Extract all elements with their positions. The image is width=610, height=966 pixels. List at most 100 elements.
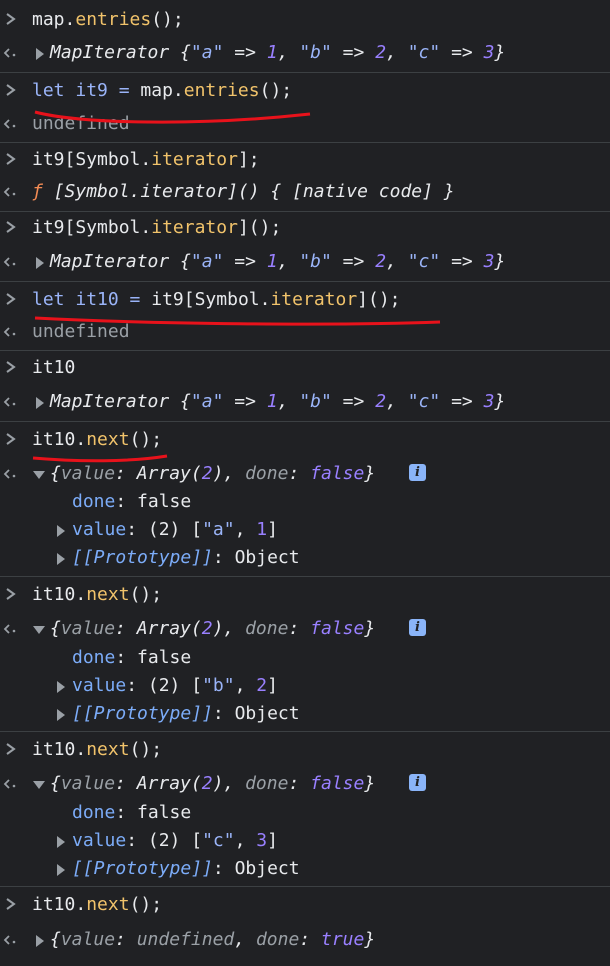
result-return-icon [3, 48, 16, 58]
object-property-text: done: false [72, 647, 192, 668]
console-result-line[interactable]: {value: Array(2), done: false} i [0, 769, 610, 799]
console-result-text[interactable]: {value: Array(2), done: false} [50, 617, 375, 641]
console-result-line: undefined [0, 109, 610, 139]
result-return-icon [3, 187, 16, 197]
console-result-line[interactable]: {value: Array(2), done: false} i [0, 459, 610, 489]
result-return-icon [3, 397, 16, 407]
object-property-text[interactable]: value: (2) ["a", 1] [72, 518, 278, 542]
console-input-line[interactable]: map.entries(); [0, 5, 610, 35]
input-prompt-icon [6, 221, 16, 233]
console-result-text[interactable]: MapIterator {"a" => 1, "b" => 2, "c" => … [50, 390, 505, 414]
expand-caret-icon[interactable] [36, 935, 44, 947]
info-badge-icon[interactable]: i [409, 464, 426, 481]
expand-caret-icon[interactable] [57, 525, 65, 537]
console-input-text[interactable]: it10.next(); [32, 583, 162, 607]
console-message-divider [0, 886, 610, 887]
console-message-divider [0, 576, 610, 577]
console-input-text[interactable]: it10.next(); [32, 428, 162, 452]
object-property-row[interactable]: [[Prototype]]: Object [0, 699, 610, 729]
object-property-text: done: false [72, 802, 192, 823]
result-return-icon [3, 469, 16, 479]
console-input-text[interactable]: let it9 = map.entries(); [32, 79, 292, 103]
console-input-text[interactable]: it9[Symbol.iterator](); [32, 216, 281, 240]
input-prompt-icon [6, 361, 16, 373]
console-input-text[interactable]: let it10 = it9[Symbol.iterator](); [32, 288, 401, 312]
expand-caret-icon[interactable] [57, 709, 65, 721]
result-return-icon [3, 779, 16, 789]
object-property-text[interactable]: value: (2) ["c", 3] [72, 829, 278, 853]
console-result-line: undefined [0, 317, 610, 347]
expand-caret-icon[interactable] [57, 553, 65, 565]
result-return-icon [3, 257, 16, 267]
input-prompt-icon [6, 588, 16, 600]
console-result-text[interactable]: {value: Array(2), done: false} [50, 462, 375, 486]
console-result-line: ƒ [Symbol.iterator]() { [native code] } [0, 177, 610, 207]
console-result-text[interactable]: {value: undefined, done: true} [50, 928, 375, 952]
expand-caret-icon[interactable] [36, 48, 44, 60]
console-input-line[interactable]: let it9 = map.entries(); [0, 76, 610, 106]
console-input-line[interactable]: it10.next(); [0, 425, 610, 455]
expand-caret-icon[interactable] [57, 864, 65, 876]
console-input-line[interactable]: it10 [0, 353, 610, 383]
object-property-text[interactable]: [[Prototype]]: Object [72, 857, 300, 881]
expand-caret-icon[interactable] [57, 836, 65, 848]
console-input-line[interactable]: it9[Symbol.iterator](); [0, 213, 610, 243]
console-input-text[interactable]: it9[Symbol.iterator]; [32, 148, 260, 172]
collapse-caret-icon[interactable] [33, 781, 45, 789]
object-property-text[interactable]: value: (2) ["b", 2] [72, 674, 278, 698]
console-result-text: undefined [32, 321, 130, 342]
console-result-text: undefined [32, 113, 130, 134]
object-property-row[interactable]: value: (2) ["b", 2] [0, 671, 610, 701]
console-message-divider [0, 211, 610, 212]
console-input-line[interactable]: let it10 = it9[Symbol.iterator](); [0, 285, 610, 315]
object-property-row: done: false [0, 487, 610, 517]
object-property-row: done: false [0, 798, 610, 828]
expand-caret-icon[interactable] [36, 397, 44, 409]
console-message-divider [0, 350, 610, 351]
console-result-text[interactable]: MapIterator {"a" => 1, "b" => 2, "c" => … [50, 250, 505, 274]
input-prompt-icon [6, 898, 16, 910]
input-prompt-icon [6, 13, 16, 25]
console-input-text[interactable]: it10 [32, 356, 75, 380]
object-property-row[interactable]: [[Prototype]]: Object [0, 543, 610, 573]
expand-caret-icon[interactable] [36, 257, 44, 269]
console-input-line[interactable]: it10.next(); [0, 735, 610, 765]
console-result-line[interactable]: {value: undefined, done: true} [0, 925, 610, 955]
object-property-text[interactable]: [[Prototype]]: Object [72, 546, 300, 570]
console-input-line[interactable]: it9[Symbol.iterator]; [0, 145, 610, 175]
console-message-divider [0, 421, 610, 422]
console-result-text[interactable]: {value: Array(2), done: false} [50, 772, 375, 796]
console-result-line[interactable]: MapIterator {"a" => 1, "b" => 2, "c" => … [0, 387, 610, 417]
object-property-text: done: false [72, 491, 192, 512]
console-message-divider [0, 731, 610, 732]
console-message-divider [0, 142, 610, 143]
input-prompt-icon [6, 433, 16, 445]
object-property-row[interactable]: value: (2) ["a", 1] [0, 515, 610, 545]
console-result-line[interactable]: {value: Array(2), done: false} i [0, 614, 610, 644]
object-property-text[interactable]: [[Prototype]]: Object [72, 702, 300, 726]
collapse-caret-icon[interactable] [33, 626, 45, 634]
expand-caret-icon[interactable] [57, 681, 65, 693]
info-badge-icon[interactable]: i [409, 774, 426, 791]
result-return-icon [3, 119, 16, 129]
collapse-caret-icon[interactable] [33, 471, 45, 479]
input-prompt-icon [6, 84, 16, 96]
devtools-console: map.entries(); MapIterator {"a" => 1, "b"… [0, 0, 610, 966]
console-result-line[interactable]: MapIterator {"a" => 1, "b" => 2, "c" => … [0, 38, 610, 68]
object-property-row[interactable]: [[Prototype]]: Object [0, 854, 610, 884]
console-result-line[interactable]: MapIterator {"a" => 1, "b" => 2, "c" => … [0, 247, 610, 277]
result-return-icon [3, 935, 16, 945]
object-property-row: done: false [0, 643, 610, 673]
console-input-text[interactable]: it10.next(); [32, 738, 162, 762]
console-result-text[interactable]: MapIterator {"a" => 1, "b" => 2, "c" => … [50, 41, 505, 65]
object-property-row[interactable]: value: (2) ["c", 3] [0, 826, 610, 856]
console-result-text: ƒ [Symbol.iterator]() { [native code] } [32, 181, 455, 202]
console-input-line[interactable]: it10.next(); [0, 890, 610, 920]
console-input-line[interactable]: it10.next(); [0, 580, 610, 610]
console-input-text[interactable]: it10.next(); [32, 893, 162, 917]
result-return-icon [3, 624, 16, 634]
input-prompt-icon [6, 153, 16, 165]
console-input-text[interactable]: map.entries(); [32, 8, 184, 32]
result-return-icon [3, 327, 16, 337]
info-badge-icon[interactable]: i [409, 619, 426, 636]
